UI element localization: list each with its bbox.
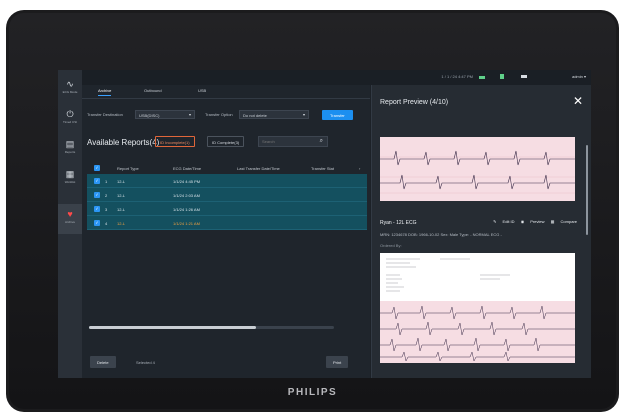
row-number: 3 bbox=[105, 207, 108, 212]
table-row[interactable]: ✓ 2 12-L 1/1/24 2:03 AM bbox=[87, 188, 367, 202]
sidebar-item-timed-csi[interactable]: ⏻ Timed CSI bbox=[58, 104, 82, 134]
ecg-datetime: 1/1/24 2:03 AM bbox=[173, 193, 200, 198]
transfer-option-label: Transfer Option bbox=[205, 112, 233, 117]
sidebar-item-label: Timed CSI bbox=[62, 120, 78, 124]
search-icon[interactable]: ⌕ bbox=[320, 138, 323, 145]
battery-icon bbox=[521, 75, 527, 78]
sidebar-item-ecg-mode[interactable]: ∿ ECG Mode bbox=[58, 74, 82, 104]
sidebar-item-label: ECG Mode bbox=[62, 90, 78, 94]
chevron-down-icon: ▾ bbox=[302, 112, 305, 117]
report-type: 12-L bbox=[117, 179, 126, 184]
search-box[interactable]: ⌕ bbox=[258, 136, 328, 147]
reports-icon: ▤ bbox=[65, 139, 75, 149]
patient-meta: MRN: 1234678 DOB: 1966-10-02 Sex: Male T… bbox=[380, 232, 502, 237]
preview-button[interactable]: ◉ Preview bbox=[521, 219, 545, 224]
tab-usb[interactable]: USB bbox=[198, 88, 206, 93]
screen: ∿ ECG Mode ⏻ Timed CSI ▤ Reports ▦ Workl… bbox=[58, 70, 591, 378]
report-type: 12-L bbox=[117, 207, 126, 212]
sidebar-item-worklist[interactable]: ▦ Worklist bbox=[58, 164, 82, 194]
sidebar-item-label: Archive bbox=[64, 220, 75, 224]
filter-id-incomplete[interactable]: ID Incomplete(1) bbox=[155, 136, 195, 147]
edit-id-label: Edit ID bbox=[502, 219, 515, 224]
tab-bar: Archive Outbound USB bbox=[82, 85, 370, 99]
ecg-datetime: 1/1/24 4:45 PM bbox=[173, 179, 201, 184]
column-header[interactable]: ECG Date/Time bbox=[173, 166, 201, 171]
ecg-datetime: 1/1/24 1:26 AM bbox=[173, 207, 200, 212]
delete-button[interactable]: Delete bbox=[90, 356, 116, 368]
table-row[interactable]: ✓ 4 12-L 1/1/24 1:21 AM bbox=[87, 216, 367, 230]
table-header: ✓ Report Type ECG Date/Time Last Transfe… bbox=[87, 163, 367, 174]
brand-logo: PHILIPS bbox=[287, 387, 338, 398]
column-header[interactable]: Report Type bbox=[117, 166, 139, 171]
row-number: 4 bbox=[105, 221, 108, 226]
table-row[interactable]: ✓ 3 12-L 1/1/24 1:26 AM bbox=[87, 202, 367, 216]
ecg-wave-icon: ∿ bbox=[66, 79, 74, 89]
monitor-device: PHILIPS ∿ ECG Mode ⏻ Timed CSI ▤ Reports… bbox=[6, 10, 619, 412]
chevron-down-icon: ▾ bbox=[188, 112, 191, 117]
preview-label: Preview bbox=[530, 219, 545, 224]
print-button[interactable]: Print bbox=[326, 356, 349, 368]
compare-button[interactable]: ▦ Compare bbox=[551, 219, 577, 224]
column-header[interactable]: Transfer Stat bbox=[311, 166, 334, 171]
preview-scrollbar[interactable] bbox=[586, 145, 588, 235]
patient-name: Ryan - 12L ECG bbox=[380, 220, 417, 226]
close-icon[interactable]: ✕ bbox=[573, 94, 583, 108]
filter-id-complete[interactable]: ID Complete(3) bbox=[207, 136, 245, 147]
timer-icon: ⏻ bbox=[66, 109, 74, 119]
edit-id-button[interactable]: ✎ Edit ID bbox=[493, 219, 514, 224]
preview-title: Report Preview (4/10) bbox=[380, 99, 449, 106]
report-type: 12-L bbox=[117, 193, 126, 198]
row-number: 2 bbox=[105, 193, 108, 198]
transfer-button[interactable]: Transfer bbox=[322, 110, 353, 120]
usb-icon bbox=[500, 74, 504, 79]
reports-table: ✓ Report Type ECG Date/Time Last Transfe… bbox=[87, 163, 367, 230]
main-panel: Archive Outbound USB Transfer Destinatio… bbox=[82, 85, 370, 378]
network-icon bbox=[479, 76, 485, 79]
preview-actions: ✎ Edit ID ◉ Preview ▦ Compare bbox=[488, 219, 577, 224]
datetime-display: 1 / 1 / 24 4:47 PM bbox=[441, 74, 473, 79]
sidebar-item-archive[interactable]: ♥ Archive bbox=[58, 204, 82, 234]
ecg-strip-preview bbox=[380, 137, 575, 201]
row-checkbox[interactable]: ✓ bbox=[94, 206, 100, 212]
column-header[interactable]: Last Transfer Date/Time bbox=[237, 166, 280, 171]
select-all-checkbox[interactable]: ✓ bbox=[94, 165, 100, 171]
ecg-report-page bbox=[380, 253, 575, 363]
sidebar-item-label: Reports bbox=[64, 150, 76, 154]
transfer-option-value: Do not delete bbox=[243, 113, 267, 118]
user-menu[interactable]: admin ▾ bbox=[572, 74, 586, 79]
ordered-by: Ordered By: bbox=[380, 243, 402, 248]
heart-icon: ♥ bbox=[67, 209, 73, 219]
row-checkbox[interactable]: ✓ bbox=[94, 192, 100, 198]
transfer-destination-label: Transfer Destination bbox=[87, 112, 123, 117]
transfer-destination-value: USB(DISC) bbox=[139, 113, 160, 118]
selected-count: Selected 4 bbox=[136, 360, 155, 365]
table-row[interactable]: ✓ 1 12-L 1/1/24 4:45 PM bbox=[87, 174, 367, 188]
sidebar-item-reports[interactable]: ▤ Reports bbox=[58, 134, 82, 164]
row-checkbox[interactable]: ✓ bbox=[94, 220, 100, 226]
status-bar: 1 / 1 / 24 4:47 PM admin ▾ bbox=[82, 70, 591, 85]
report-type: 12-L bbox=[117, 221, 126, 226]
ecg-datetime: 1/1/24 1:21 AM bbox=[173, 221, 200, 226]
footer-bar: Delete Selected 4 Print bbox=[82, 349, 370, 378]
search-input[interactable] bbox=[262, 139, 317, 144]
transfer-destination-select[interactable]: USB(DISC) ▾ bbox=[135, 110, 195, 119]
scrollbar-thumb[interactable] bbox=[89, 326, 256, 329]
tab-outbound[interactable]: Outbound bbox=[144, 88, 162, 93]
worklist-icon: ▦ bbox=[65, 169, 75, 179]
sidebar-item-label: Worklist bbox=[64, 180, 76, 184]
compare-label: Compare bbox=[560, 219, 577, 224]
report-preview-panel: Report Preview (4/10) ✕ Ryan - 12L ECG ✎… bbox=[371, 85, 591, 378]
user-name: admin bbox=[571, 74, 583, 79]
column-more-icon[interactable]: › bbox=[359, 166, 360, 171]
reports-title: Available Reports(4) bbox=[87, 138, 160, 147]
transfer-option-select[interactable]: Do not delete ▾ bbox=[239, 110, 309, 119]
row-checkbox[interactable]: ✓ bbox=[94, 178, 100, 184]
transfer-row: Transfer Destination USB(DISC) ▾ Transfe… bbox=[87, 110, 367, 120]
horizontal-scrollbar[interactable] bbox=[89, 326, 334, 329]
sidebar: ∿ ECG Mode ⏻ Timed CSI ▤ Reports ▦ Workl… bbox=[58, 70, 82, 378]
ecg-report-document bbox=[380, 253, 575, 363]
row-number: 1 bbox=[105, 179, 108, 184]
tab-archive[interactable]: Archive bbox=[98, 88, 112, 96]
